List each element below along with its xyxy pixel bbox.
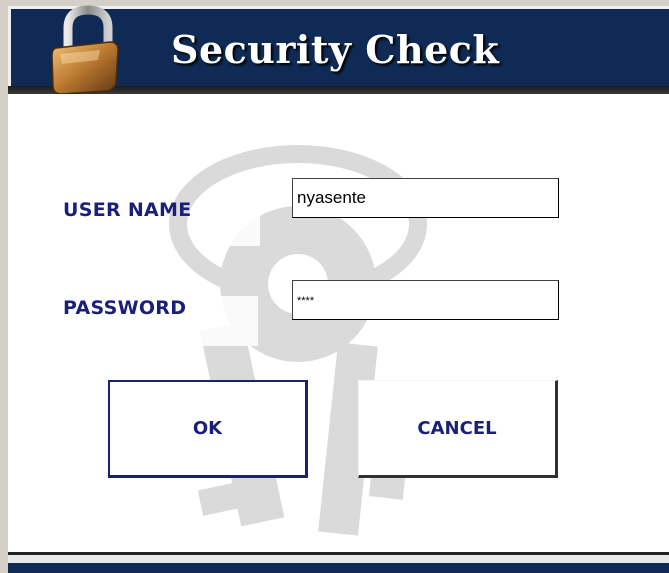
window-title: Security Check (171, 27, 500, 72)
username-input[interactable] (292, 178, 559, 218)
login-content-area (8, 94, 669, 552)
label-backdrop (218, 196, 260, 246)
ok-button[interactable]: OK (108, 380, 308, 478)
padlock-icon (51, 5, 119, 95)
ok-button-label: OK (192, 418, 223, 439)
password-input[interactable] (292, 280, 559, 320)
username-label: USER NAME (63, 199, 192, 221)
cancel-button[interactable]: CANCEL (358, 380, 558, 478)
cancel-button-label: CANCEL (417, 417, 497, 439)
label-backdrop (186, 296, 258, 346)
bottom-bar-accent (8, 563, 669, 573)
password-label: PASSWORD (63, 297, 187, 319)
security-check-window: Security Check USER NAME PASSWORD nyasen… (0, 0, 669, 573)
